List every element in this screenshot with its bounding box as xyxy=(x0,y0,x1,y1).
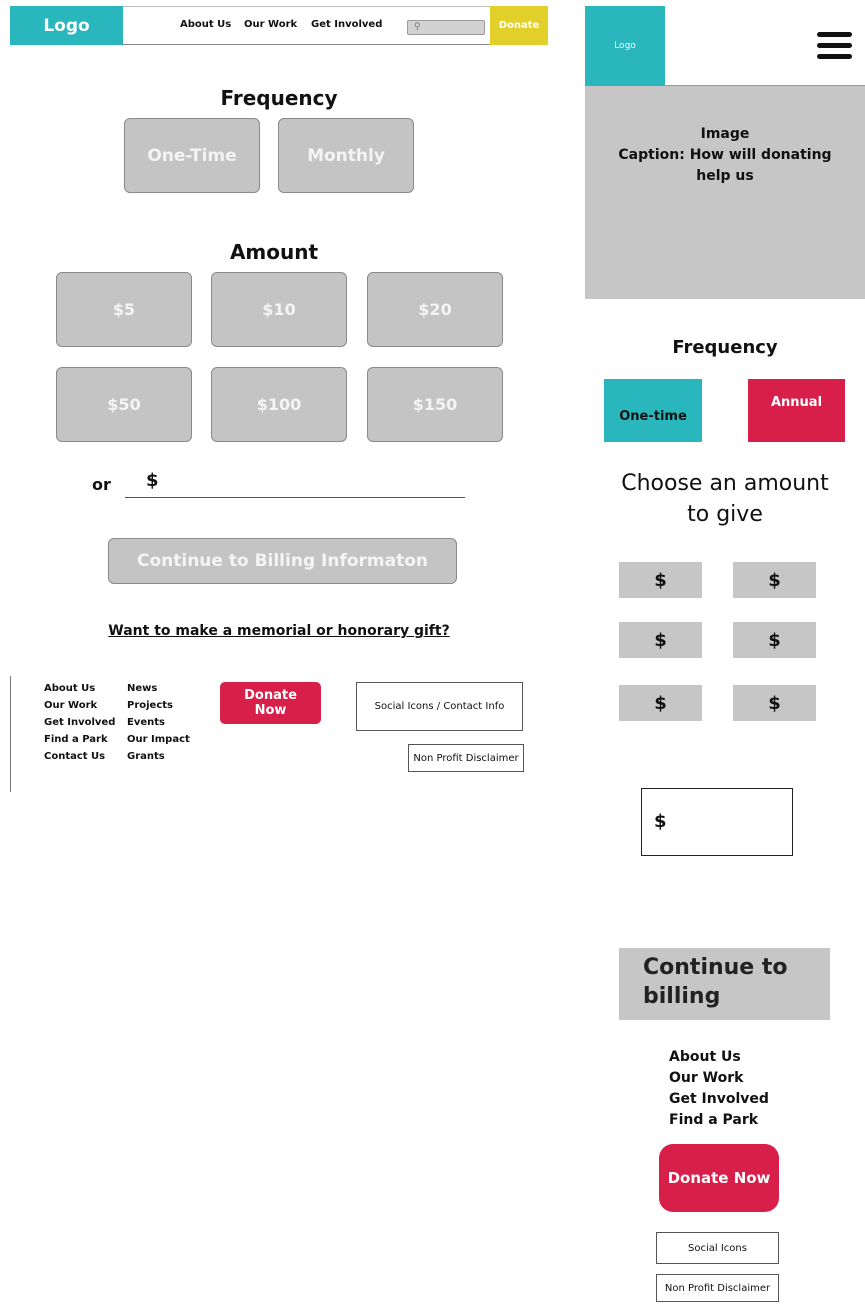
mobile-header: Logo xyxy=(585,6,865,86)
amount-150-button[interactable]: $150 xyxy=(367,367,503,442)
logo[interactable]: Logo xyxy=(10,6,123,45)
search-icon: ⚲ xyxy=(414,22,421,32)
footer-donate-now-button[interactable]: Donate Now xyxy=(220,682,321,724)
search-input[interactable]: ⚲ xyxy=(407,20,485,35)
amount-100-button[interactable]: $100 xyxy=(211,367,347,442)
desktop-header: Logo About Us Our Work Get Involved ⚲ Do… xyxy=(10,6,548,45)
mobile-amount-title-line: to give xyxy=(687,502,763,527)
image-placeholder: Image Caption: How will donating help us xyxy=(585,86,865,299)
memorial-gift-link-text: Want to make a memorial or honorary gift… xyxy=(108,623,450,639)
mobile-amount-button[interactable]: $ xyxy=(619,685,702,721)
footer-link-events[interactable]: Events xyxy=(127,714,190,731)
non-profit-disclaimer: Non Profit Disclaimer xyxy=(408,744,524,772)
mobile-one-time-button[interactable]: One-time xyxy=(604,379,702,442)
footer-link-projects[interactable]: Projects xyxy=(127,697,190,714)
footer-link-grants[interactable]: Grants xyxy=(127,748,190,765)
nav-our-work[interactable]: Our Work xyxy=(244,19,297,30)
mobile-continue-billing-button[interactable]: Continue to billing xyxy=(619,948,830,1020)
currency-symbol: $ xyxy=(146,470,159,491)
mobile-footer-links: About Us Our Work Get Involved Find a Pa… xyxy=(669,1047,769,1131)
amount-20-button[interactable]: $20 xyxy=(367,272,503,347)
footer-link-our-impact[interactable]: Our Impact xyxy=(127,731,190,748)
mobile-footer-link-find-a-park[interactable]: Find a Park xyxy=(669,1110,769,1131)
footer-link-find-a-park[interactable]: Find a Park xyxy=(44,731,115,748)
image-label: Image xyxy=(700,126,750,142)
mobile-non-profit-disclaimer: Non Profit Disclaimer xyxy=(656,1274,779,1302)
hamburger-menu-icon[interactable] xyxy=(817,32,852,60)
mobile-footer-link-our-work[interactable]: Our Work xyxy=(669,1068,769,1089)
footer-divider xyxy=(10,676,11,792)
mobile-amount-title: Choose an amount to give xyxy=(585,468,865,530)
mobile-amount-title-line: Choose an amount xyxy=(621,471,829,496)
frequency-title: Frequency xyxy=(220,86,338,110)
mobile-amount-button[interactable]: $ xyxy=(619,622,702,658)
footer-link-news[interactable]: News xyxy=(127,680,190,697)
mobile-amount-button[interactable]: $ xyxy=(733,622,816,658)
footer-link-get-involved[interactable]: Get Involved xyxy=(44,714,115,731)
footer-link-contact-us[interactable]: Contact Us xyxy=(44,748,115,765)
image-caption: Image Caption: How will donating help us xyxy=(585,124,865,187)
amount-5-button[interactable]: $5 xyxy=(56,272,192,347)
nav-get-involved[interactable]: Get Involved xyxy=(311,19,382,30)
continue-line: billing xyxy=(643,984,721,1009)
mobile-amount-button[interactable]: $ xyxy=(619,562,702,598)
donate-button[interactable]: Donate xyxy=(490,6,548,45)
social-icons-contact-info: Social Icons / Contact Info xyxy=(356,682,523,731)
or-label: or xyxy=(92,475,111,494)
mobile-donate-now-button[interactable]: Donate Now xyxy=(659,1144,779,1212)
mobile-amount-button[interactable]: $ xyxy=(733,562,816,598)
mobile-footer-link-get-involved[interactable]: Get Involved xyxy=(669,1089,769,1110)
mobile-currency-symbol: $ xyxy=(654,811,667,832)
mobile-custom-amount-input[interactable]: $ xyxy=(641,788,793,856)
amount-50-button[interactable]: $50 xyxy=(56,367,192,442)
memorial-gift-link[interactable]: Want to make a memorial or honorary gift… xyxy=(10,623,548,639)
continue-billing-button[interactable]: Continue to Billing Informaton xyxy=(108,538,457,584)
continue-line: Continue to xyxy=(643,955,788,980)
footer-link-our-work[interactable]: Our Work xyxy=(44,697,115,714)
one-time-button[interactable]: One-Time xyxy=(124,118,260,193)
mobile-annual-button[interactable]: Annual xyxy=(748,379,845,442)
caption-line: Caption: How will donating xyxy=(618,147,832,163)
mobile-logo[interactable]: Logo xyxy=(585,6,665,86)
footer-link-about-us[interactable]: About Us xyxy=(44,680,115,697)
footer-col-2: News Projects Events Our Impact Grants xyxy=(127,680,190,765)
mobile-footer-link-about-us[interactable]: About Us xyxy=(669,1047,769,1068)
monthly-button[interactable]: Monthly xyxy=(278,118,414,193)
caption-line: help us xyxy=(696,168,754,184)
mobile-frequency-title: Frequency xyxy=(672,337,778,358)
mobile-social-icons: Social Icons xyxy=(656,1232,779,1264)
nav-about-us[interactable]: About Us xyxy=(180,19,231,30)
amount-10-button[interactable]: $10 xyxy=(211,272,347,347)
footer-col-1: About Us Our Work Get Involved Find a Pa… xyxy=(44,680,115,765)
amount-title: Amount xyxy=(229,240,319,264)
custom-amount-input[interactable]: $ xyxy=(125,470,465,498)
mobile-amount-button[interactable]: $ xyxy=(733,685,816,721)
